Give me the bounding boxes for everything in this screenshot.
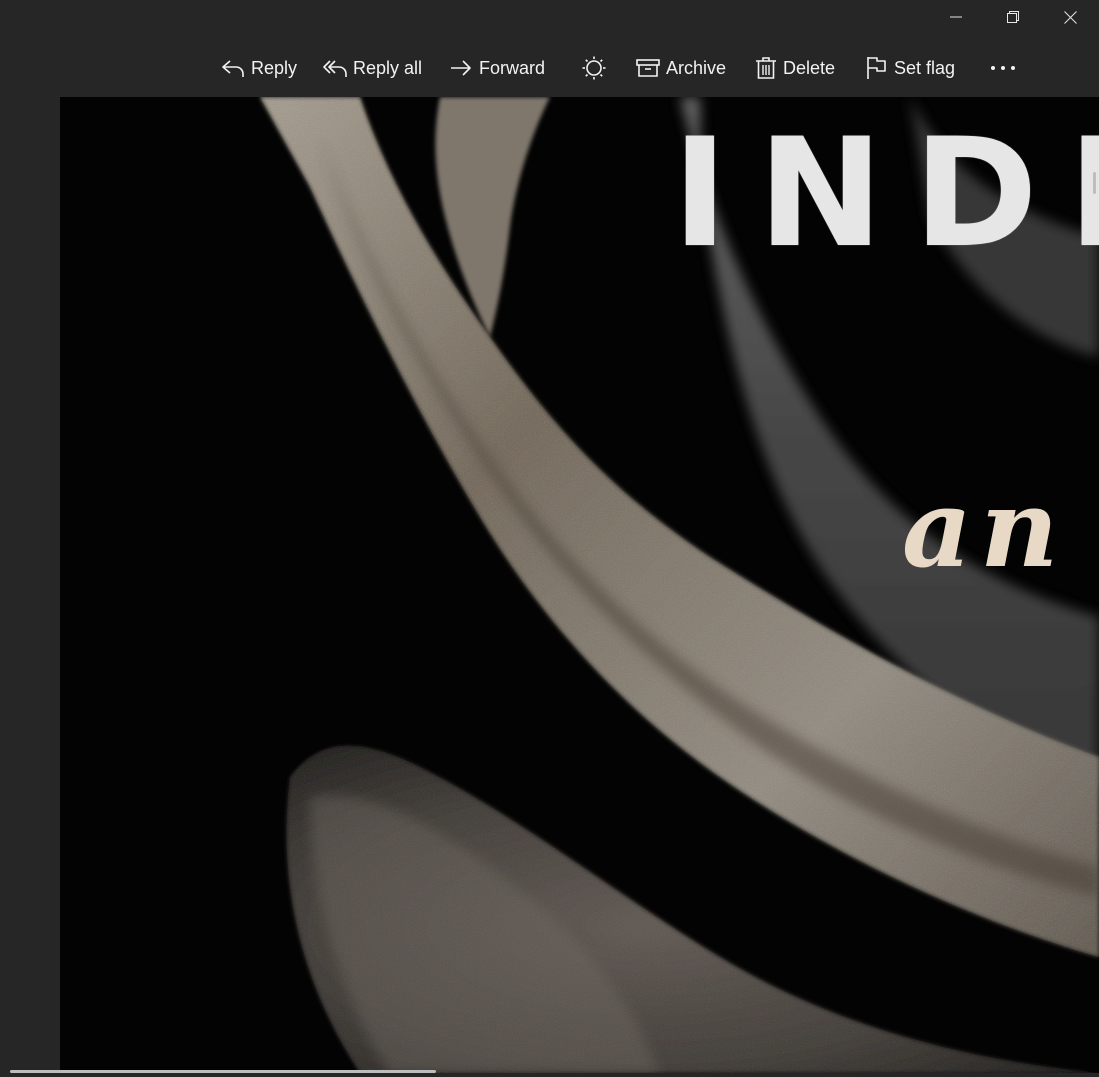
horizontal-scrollbar-thumb[interactable]	[10, 1070, 436, 1073]
archive-label: Archive	[666, 57, 727, 78]
poster-title-text: INDI	[672, 107, 1099, 281]
vertical-scrollbar-thumb[interactable]	[1093, 172, 1096, 194]
more-actions-button[interactable]	[990, 52, 1016, 84]
reply-all-button[interactable]: Reply all	[323, 52, 422, 84]
delete-button[interactable]: Delete	[755, 52, 835, 84]
archive-button[interactable]: Archive	[636, 52, 726, 84]
reply-icon	[222, 60, 244, 77]
mail-reading-window: Reply Reply all Forward Archive Delete S…	[0, 0, 1099, 1077]
reply-all-label: Reply all	[353, 57, 423, 78]
more-icon	[991, 66, 1015, 70]
theme-toggle-button[interactable]	[582, 52, 606, 84]
reply-label: Reply	[251, 57, 298, 78]
restore-icon	[1007, 11, 1019, 23]
forward-arrow-icon	[451, 60, 471, 76]
poster-subtitle-text: an	[902, 466, 1067, 592]
title-bar	[0, 0, 1099, 36]
trash-icon	[756, 57, 776, 79]
reply-button[interactable]: Reply	[221, 52, 297, 84]
set-flag-label: Set flag	[894, 57, 956, 78]
minimize-icon	[950, 16, 962, 18]
flag-icon	[867, 57, 886, 79]
message-toolbar: Reply Reply all Forward Archive Delete S…	[0, 40, 1099, 96]
message-body-image: INDI an	[60, 97, 1099, 1073]
delete-label: Delete	[783, 57, 836, 78]
forward-button[interactable]: Forward	[449, 52, 545, 84]
set-flag-button[interactable]: Set flag	[866, 52, 955, 84]
restore-button[interactable]	[985, 0, 1041, 34]
close-icon	[1063, 10, 1077, 24]
archive-box-icon	[636, 59, 660, 77]
reply-all-icon	[323, 60, 347, 77]
close-button[interactable]	[1042, 0, 1098, 34]
sun-icon	[582, 56, 606, 80]
forward-label: Forward	[479, 57, 546, 78]
minimize-button[interactable]	[928, 0, 984, 34]
